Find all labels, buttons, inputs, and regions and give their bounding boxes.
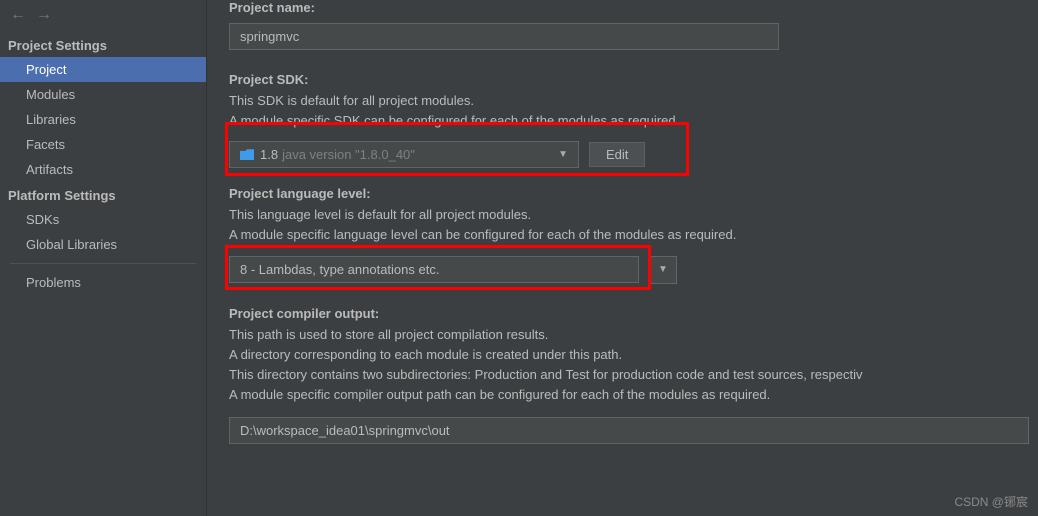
watermark: CSDN @铘宸 xyxy=(954,493,1028,510)
sidebar-item-modules[interactable]: Modules xyxy=(0,82,206,107)
compiler-output-label: Project compiler output: xyxy=(229,306,1038,321)
sdk-value: 1.8 xyxy=(260,147,278,162)
chevron-down-icon: ▼ xyxy=(658,264,668,275)
out-desc-4: A module specific compiler output path c… xyxy=(229,385,1038,405)
edit-button[interactable]: Edit xyxy=(589,142,645,167)
sidebar-item-sdks[interactable]: SDKs xyxy=(0,207,206,232)
sidebar-item-project[interactable]: Project xyxy=(0,57,206,82)
section-project-settings: Project Settings xyxy=(0,32,206,57)
sidebar-item-problems[interactable]: Problems xyxy=(0,270,206,295)
chevron-down-icon: ▼ xyxy=(558,149,568,160)
project-name-input[interactable] xyxy=(229,23,779,50)
language-level-value: 8 - Lambdas, type annotations etc. xyxy=(240,262,439,277)
out-desc-3: This directory contains two subdirectori… xyxy=(229,365,1038,385)
folder-icon xyxy=(240,149,254,160)
sdk-dropdown[interactable]: 1.8 java version "1.8.0_40" ▼ xyxy=(229,141,579,168)
sidebar-item-global-libraries[interactable]: Global Libraries xyxy=(0,232,206,257)
sidebar-item-facets[interactable]: Facets xyxy=(0,132,206,157)
nav-back-icon[interactable]: ← xyxy=(10,6,26,24)
out-desc-2: A directory corresponding to each module… xyxy=(229,345,1038,365)
nav-forward-icon[interactable]: → xyxy=(36,6,52,24)
language-level-label: Project language level: xyxy=(229,186,1038,201)
sidebar-item-artifacts[interactable]: Artifacts xyxy=(0,157,206,182)
project-name-label: Project name: xyxy=(229,0,1038,15)
sidebar: ← → Project Settings Project Modules Lib… xyxy=(0,0,207,516)
section-platform-settings: Platform Settings xyxy=(0,182,206,207)
compiler-output-input[interactable] xyxy=(229,417,1029,444)
out-desc-1: This path is used to store all project c… xyxy=(229,325,1038,345)
sdk-desc-1: This SDK is default for all project modu… xyxy=(229,91,1038,111)
divider xyxy=(10,263,196,264)
sidebar-item-libraries[interactable]: Libraries xyxy=(0,107,206,132)
project-sdk-label: Project SDK: xyxy=(229,72,1038,87)
language-level-dropdown[interactable]: 8 - Lambdas, type annotations etc. xyxy=(229,256,639,283)
main-panel: Project name: Project SDK: This SDK is d… xyxy=(207,0,1038,516)
sdk-desc-2: A module specific SDK can be configured … xyxy=(229,111,1038,131)
lang-desc-1: This language level is default for all p… xyxy=(229,205,1038,225)
language-level-arrow-button[interactable]: ▼ xyxy=(649,256,677,284)
lang-desc-2: A module specific language level can be … xyxy=(229,225,1038,245)
sdk-version: java version "1.8.0_40" xyxy=(282,147,415,162)
